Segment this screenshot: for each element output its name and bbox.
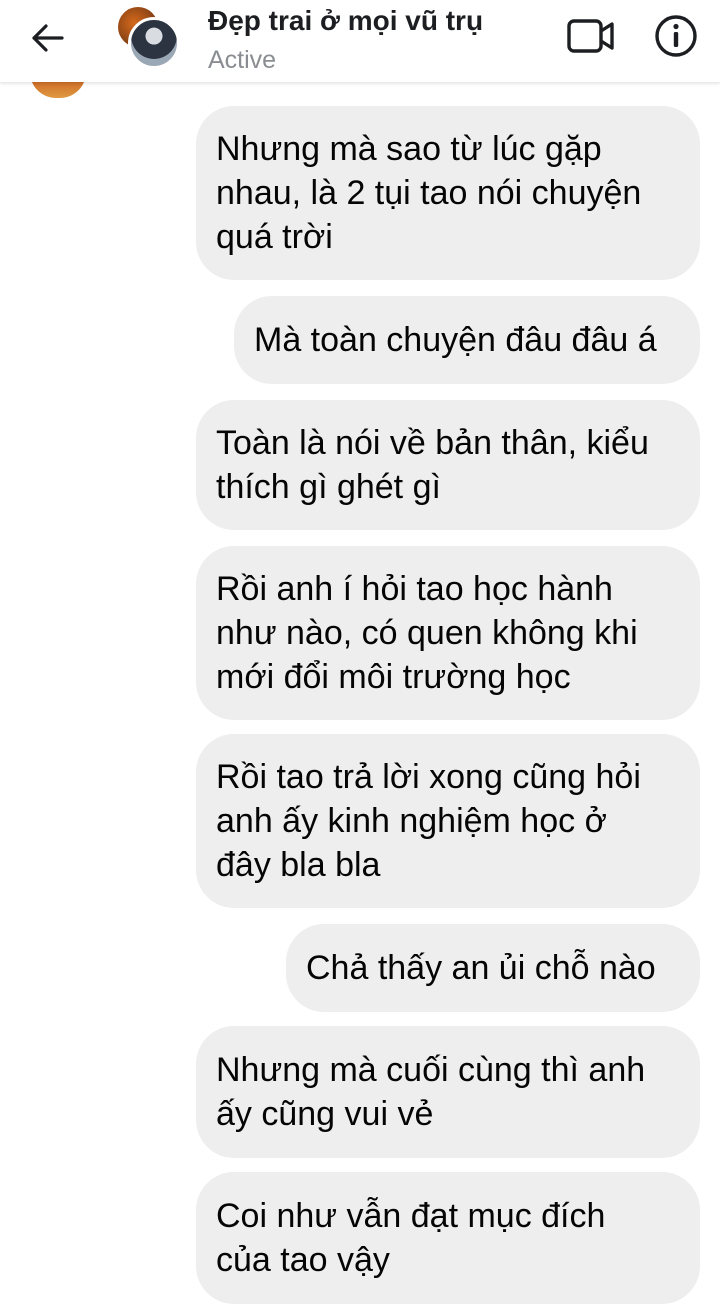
active-status: Active: [208, 46, 277, 74]
arrow-left-icon: [32, 24, 64, 52]
back-button[interactable]: [24, 18, 70, 58]
message-bubble[interactable]: Mà toàn chuyện đâu đâu á: [234, 296, 700, 384]
message-bubble[interactable]: Coi như vẫn đạt mục đích của tao vậy: [196, 1172, 700, 1304]
message-bubble[interactable]: Chả thấy an ủi chỗ nào: [286, 924, 700, 1012]
info-button[interactable]: [654, 14, 698, 58]
contact-avatar[interactable]: [116, 5, 180, 69]
video-camera-icon: [567, 19, 614, 53]
message-bubble[interactable]: Rồi anh í hỏi tao học hành như nào, có q…: [196, 546, 700, 720]
message-bubble[interactable]: Rồi tao trả lời xong cũng hỏi anh ấy kin…: [196, 734, 700, 908]
chat-header: Đẹp trai ở mọi vũ trụ Active: [0, 0, 720, 82]
info-icon: [655, 15, 697, 57]
avatar: [128, 17, 180, 69]
contact-name[interactable]: Đẹp trai ở mọi vũ trụ: [208, 5, 483, 37]
message-bubble[interactable]: Toàn là nói về bản thân, kiểu thích gì g…: [196, 400, 700, 530]
video-call-button[interactable]: [566, 16, 616, 56]
message-bubble[interactable]: Nhưng mà sao từ lúc gặp nhau, là 2 tụi t…: [196, 106, 700, 280]
message-thread[interactable]: Nhưng mà sao từ lúc gặp nhau, là 2 tụi t…: [0, 82, 720, 1316]
message-bubble[interactable]: Nhưng mà cuối cùng thì anh ấy cũng vui v…: [196, 1026, 700, 1158]
